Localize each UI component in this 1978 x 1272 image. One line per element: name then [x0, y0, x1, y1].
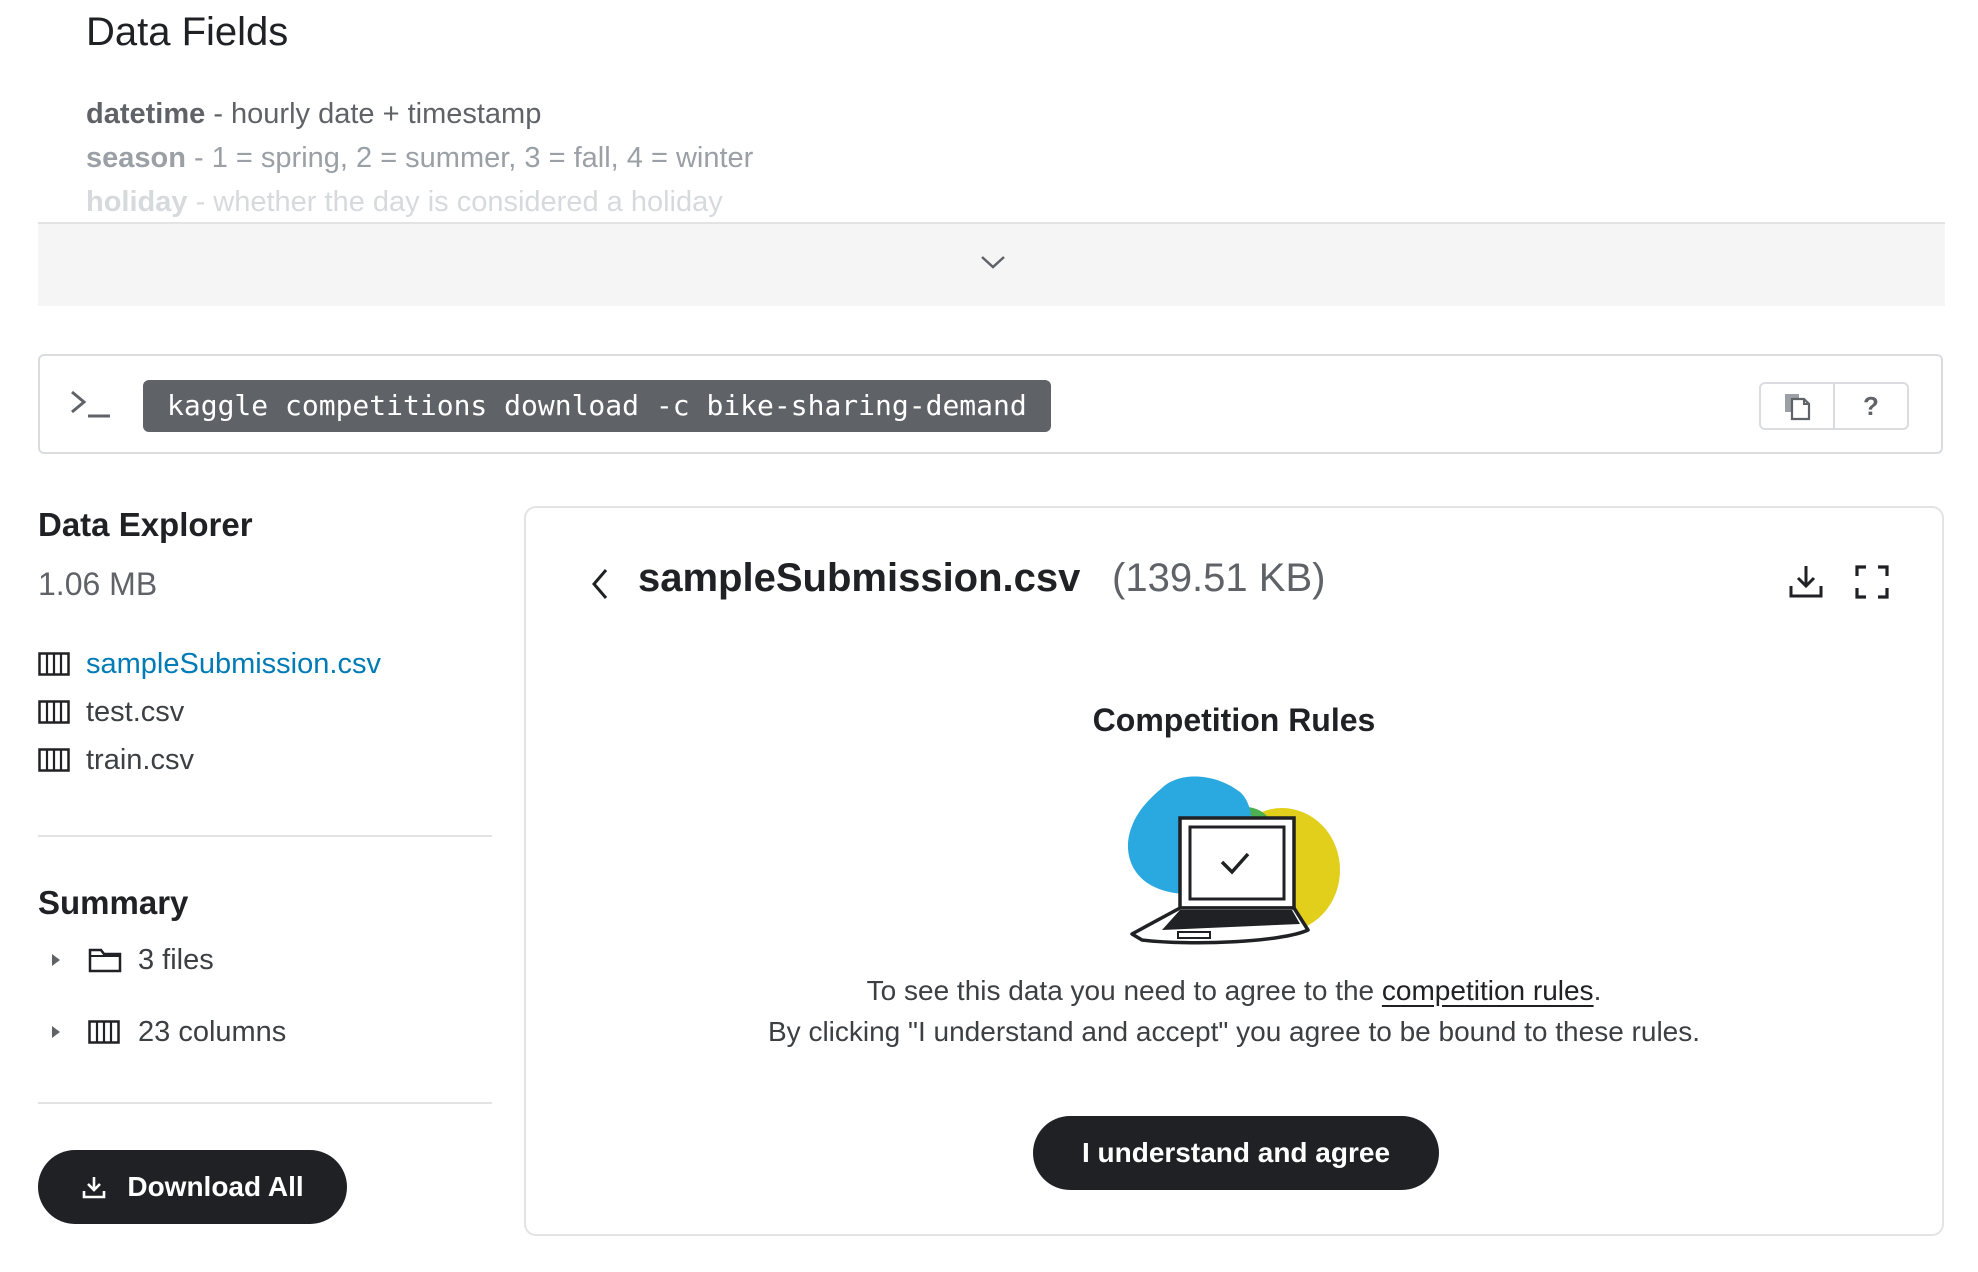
download-all-button[interactable]: Download All: [38, 1150, 347, 1224]
agree-rules-button[interactable]: I understand and agree: [1033, 1116, 1439, 1190]
fullscreen-icon[interactable]: [1854, 564, 1890, 600]
table-icon: [38, 700, 70, 724]
data-field-desc: - whether the day is considered a holida…: [187, 186, 723, 218]
download-all-label: Download All: [127, 1171, 304, 1202]
data-field-desc: - 1 = spring, 2 = summer, 3 = fall, 4 = …: [185, 142, 754, 174]
api-command-text[interactable]: kaggle competitions download -c bike-sha…: [143, 380, 1051, 432]
file-name: sampleSubmission.csv: [86, 647, 381, 680]
file-item-train[interactable]: train.csv: [38, 736, 381, 784]
rules-message-line2: By clicking "I understand and accept" yo…: [767, 1016, 1701, 1047]
preview-file-size: (139.51 KB): [1112, 556, 1326, 600]
folder-icon: [88, 948, 122, 973]
copy-command-button[interactable]: [1761, 384, 1833, 428]
download-icon[interactable]: [1786, 562, 1826, 602]
divider: [38, 1102, 492, 1104]
terminal-icon: [71, 390, 110, 418]
api-command-bar: kaggle competitions download -c bike-sha…: [38, 354, 1943, 454]
table-icon: [38, 748, 70, 772]
rules-text-suffix: .: [1593, 975, 1602, 1006]
data-fields-list: datetime - hourly date + timestamp seaso…: [86, 92, 1686, 222]
chevron-down-icon: [981, 256, 1005, 269]
data-field-key: holiday: [86, 186, 188, 218]
summary-files-row[interactable]: 3 files: [38, 936, 214, 984]
api-button-group: ?: [1759, 382, 1909, 430]
file-item-samplesubmission[interactable]: sampleSubmission.csv: [38, 640, 381, 688]
caret-right-icon: [52, 1026, 60, 1038]
data-field-key: datetime: [86, 98, 206, 130]
file-list: sampleSubmission.csv test.csv train.csv: [38, 640, 381, 784]
data-field-row: season - 1 = spring, 2 = summer, 3 = fal…: [86, 136, 1686, 180]
download-icon: [83, 1177, 106, 1199]
table-icon: [38, 652, 70, 676]
back-arrow-icon[interactable]: [584, 562, 616, 606]
data-fields-title: Data Fields: [86, 10, 289, 54]
caret-right-icon: [52, 954, 60, 966]
rules-text-prefix: To see this data you need to agree to th…: [866, 975, 1382, 1006]
divider: [38, 835, 492, 837]
help-button[interactable]: ?: [1833, 384, 1907, 428]
rules-message-line1: To see this data you need to agree to th…: [526, 970, 1942, 1011]
summary-columns-row[interactable]: 23 columns: [38, 1008, 286, 1056]
data-field-key: season: [86, 142, 186, 174]
summary-columns-label: 23 columns: [138, 1015, 287, 1048]
expand-data-fields-button[interactable]: [38, 222, 1945, 306]
laptop-checkmark-illustration: [1127, 776, 1340, 945]
rules-message: To see this data you need to agree to th…: [526, 970, 1942, 1052]
competition-rules-title: Competition Rules: [1092, 702, 1376, 738]
file-name: train.csv: [86, 743, 194, 776]
competition-rules-link[interactable]: competition rules: [1382, 975, 1594, 1006]
data-field-desc: - hourly date + timestamp: [205, 98, 542, 130]
data-field-row: holiday - whether the day is considered …: [86, 180, 1686, 222]
file-name: test.csv: [86, 695, 185, 728]
file-preview-panel: sampleSubmission.csv (139.51 KB) Competi…: [524, 506, 1944, 1236]
data-field-row: datetime - hourly date + timestamp: [86, 92, 1686, 136]
data-explorer-title: Data Explorer: [38, 506, 253, 543]
file-item-test[interactable]: test.csv: [38, 688, 381, 736]
summary-files-label: 3 files: [138, 943, 214, 976]
preview-file-name: sampleSubmission.csv: [638, 556, 1081, 600]
data-explorer-size: 1.06 MB: [38, 566, 158, 602]
table-icon: [88, 1020, 120, 1044]
copy-icon: [1785, 394, 1811, 421]
summary-title: Summary: [38, 884, 189, 921]
